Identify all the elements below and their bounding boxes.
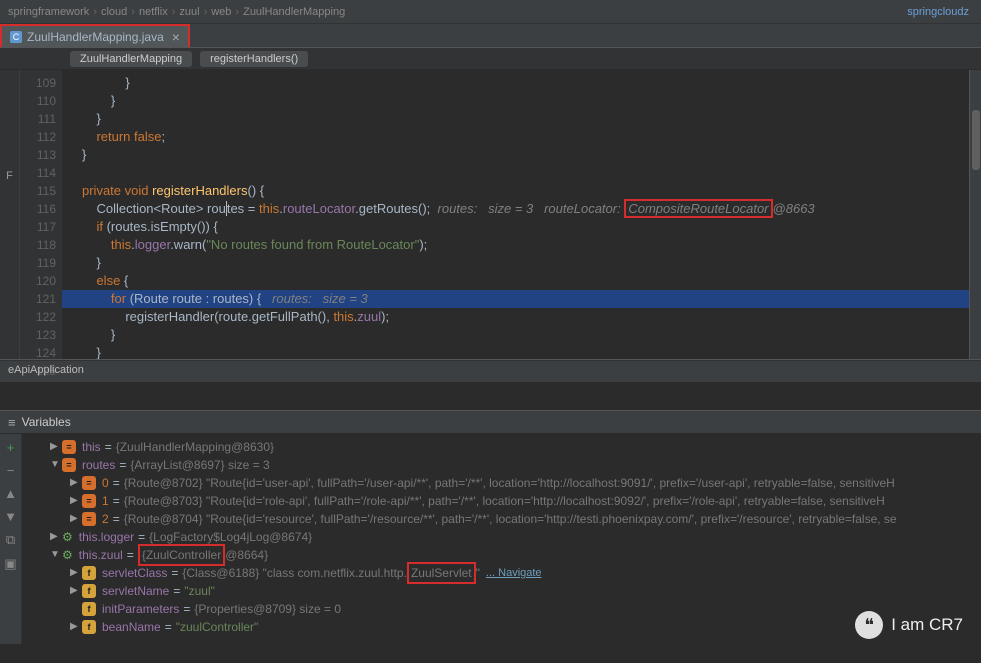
- var-bean-name[interactable]: fbeanName="zuulController": [22, 618, 981, 636]
- variables-tree[interactable]: =this={ZuulHandlerMapping@8630} =routes=…: [22, 434, 981, 644]
- highlight-composite-route-locator: CompositeRouteLocator: [624, 199, 772, 218]
- execution-line: for (Route route : routes) { routes: siz…: [62, 290, 969, 308]
- var-servlet-class[interactable]: fservletClass={Class@6188} "class com.ne…: [22, 564, 981, 582]
- gear-icon: ⚙: [62, 528, 73, 546]
- remove-watch-icon[interactable]: −: [7, 463, 15, 478]
- class-icon: C: [10, 31, 22, 43]
- copy-icon[interactable]: ⧉: [6, 532, 15, 548]
- editor-tab-bar: C ZuulHandlerMapping.java ×: [0, 24, 981, 48]
- var-init-parameters[interactable]: finitParameters={Properties@8709} size =…: [22, 600, 981, 618]
- variables-toolbar: + − ▲ ▼ ⧉ ▣: [0, 434, 22, 644]
- down-icon[interactable]: ▼: [4, 509, 17, 524]
- variables-icon: ≡: [8, 415, 16, 430]
- scrollbar-thumb[interactable]: [972, 110, 980, 170]
- variables-title: Variables: [22, 415, 71, 429]
- var-routes[interactable]: =routes={ArrayList@8697} size = 3: [22, 456, 981, 474]
- file-tab-label: ZuulHandlerMapping.java: [27, 30, 164, 44]
- variables-panel: + − ▲ ▼ ⧉ ▣ =this={ZuulHandlerMapping@86…: [0, 434, 981, 644]
- var-route-0[interactable]: =0={Route@8702} "Route{id='user-api', fu…: [22, 474, 981, 492]
- up-icon[interactable]: ▲: [4, 486, 17, 501]
- breadcrumb-bar: ZuulHandlerMapping registerHandlers(): [0, 48, 981, 70]
- breadcrumb-class[interactable]: ZuulHandlerMapping: [70, 51, 192, 67]
- highlight-zuul-controller: {ZuulController: [138, 544, 225, 566]
- var-route-2[interactable]: =2={Route@8704} "Route{id='resource', fu…: [22, 510, 981, 528]
- project-path-bar: springframework› cloud› netflix› zuul› w…: [0, 0, 981, 24]
- close-icon[interactable]: ×: [172, 29, 180, 45]
- var-zuul[interactable]: ⚙this.zuul={ZuulController@8664}: [22, 546, 981, 564]
- file-tab-active[interactable]: C ZuulHandlerMapping.java ×: [0, 24, 190, 47]
- vertical-scrollbar[interactable]: [969, 70, 981, 359]
- run-config-tab[interactable]: eApiApplication: [0, 360, 981, 382]
- gear-icon: ⚙: [62, 546, 73, 564]
- highlight-zuul-servlet: ZuulServlet: [407, 562, 476, 584]
- var-route-1[interactable]: =1={Route@8703} "Route{id='role-api', fu…: [22, 492, 981, 510]
- fold-gutter: F: [0, 70, 20, 359]
- var-this[interactable]: =this={ZuulHandlerMapping@8630}: [22, 438, 981, 456]
- line-number-gutter: 1091101111121131141151161171181191201211…: [20, 70, 62, 359]
- breadcrumb-method[interactable]: registerHandlers(): [200, 51, 308, 67]
- more-icon[interactable]: ▣: [4, 556, 16, 572]
- variables-panel-header[interactable]: ≡ Variables: [0, 410, 981, 434]
- editor: F 10911011111211311411511611711811912012…: [0, 70, 981, 360]
- var-servlet-name[interactable]: fservletName="zuul": [22, 582, 981, 600]
- add-watch-icon[interactable]: +: [7, 440, 15, 455]
- code-area[interactable]: } } } return false; } private void regis…: [62, 70, 969, 359]
- navigate-link[interactable]: ... Navigate: [486, 564, 542, 582]
